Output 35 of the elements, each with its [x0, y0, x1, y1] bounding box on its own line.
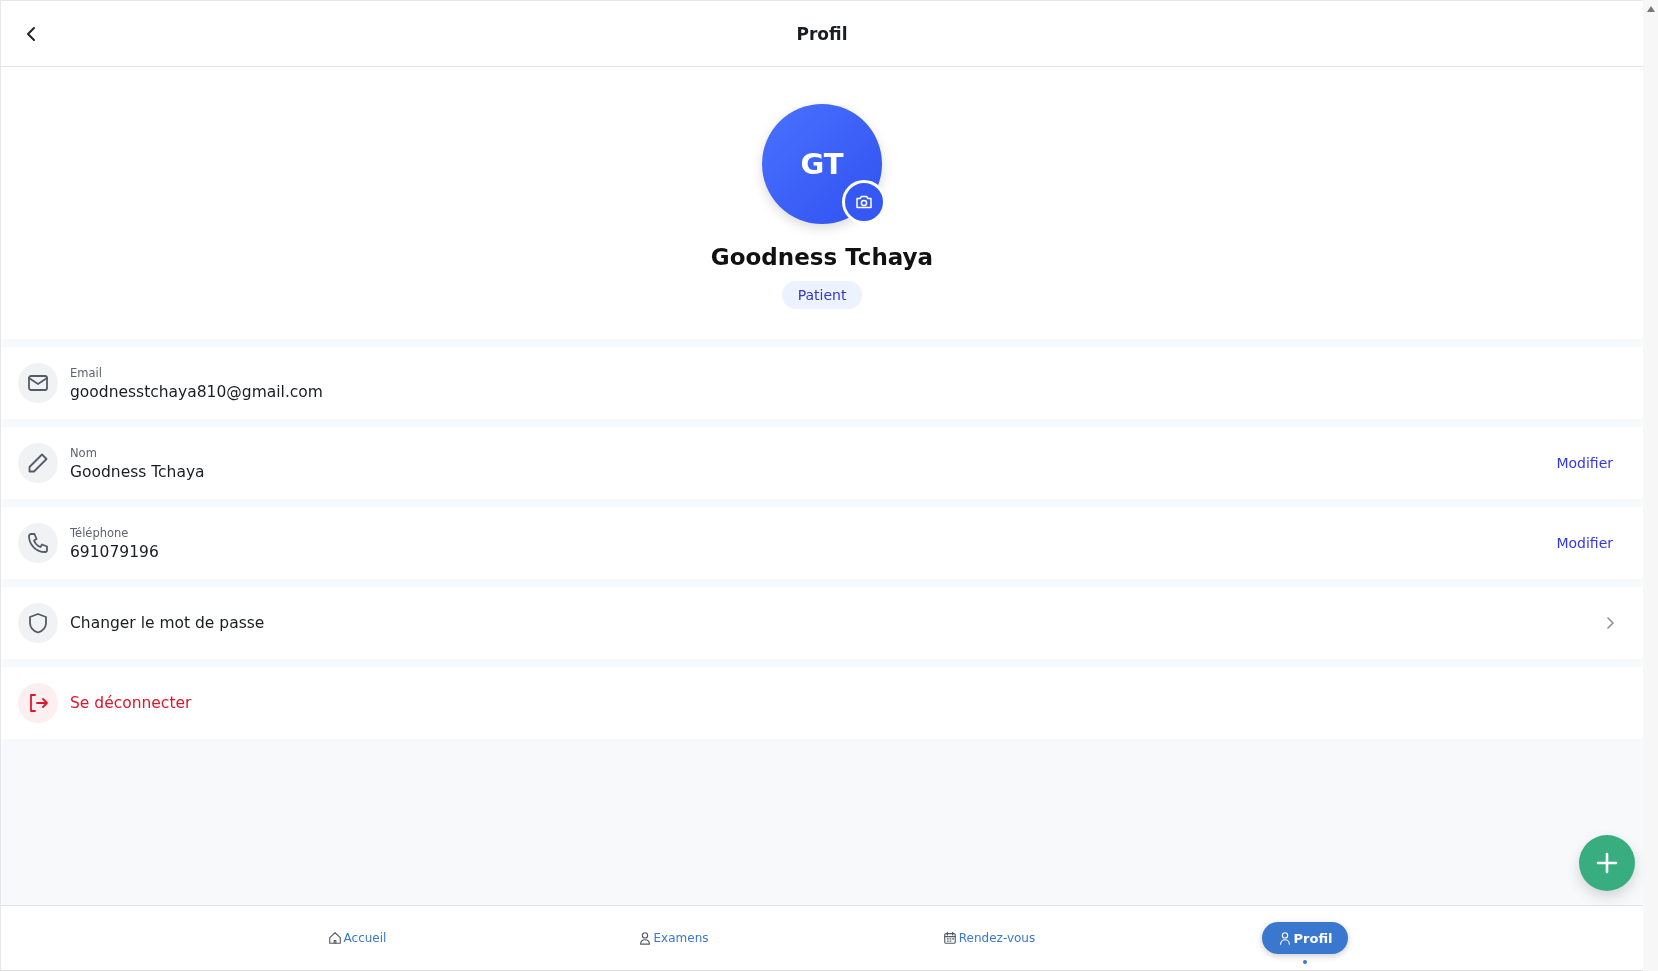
field-value: goodnesstchaya810@gmail.com	[70, 382, 324, 401]
add-button[interactable]	[1579, 835, 1635, 891]
page-title: Profil	[796, 23, 848, 44]
list-row[interactable]: Changer le mot de passe	[1, 587, 1643, 659]
field-label: Téléphone	[70, 525, 130, 540]
active-indicator	[1303, 960, 1307, 964]
list-row[interactable]: Se déconnecter	[1, 667, 1643, 739]
scroll-up-icon[interactable]	[1646, 6, 1655, 12]
scrollbar[interactable]	[1643, 0, 1658, 971]
modify-link[interactable]: Modifier	[1556, 535, 1613, 551]
field-label: Email	[70, 365, 103, 380]
field-label: Nom	[70, 445, 98, 460]
row-label: Se déconnecter	[70, 694, 193, 712]
pencil-icon	[26, 451, 50, 475]
home-icon	[327, 930, 342, 946]
field-value: 691079196	[70, 542, 160, 561]
nav-tab[interactable]: Profil	[1261, 922, 1349, 954]
user-icon	[1277, 930, 1292, 946]
avatar-initials: GT	[800, 147, 844, 181]
chevron-right-icon	[1605, 616, 1615, 630]
nav-tab[interactable]: Accueil	[311, 922, 403, 954]
modify-link[interactable]: Modifier	[1556, 455, 1613, 471]
field-value: Goodness Tchaya	[70, 462, 206, 481]
nav-tab[interactable]: Examens	[621, 922, 725, 954]
plus-icon	[1596, 852, 1618, 874]
role-badge: Patient	[781, 281, 863, 309]
calendar-icon	[942, 930, 957, 946]
profile-name: Goodness Tchaya	[710, 244, 934, 270]
row-label: Changer le mot de passe	[70, 614, 266, 632]
phone-icon	[26, 531, 50, 555]
camera-button[interactable]	[842, 180, 886, 224]
shield-icon	[26, 611, 50, 635]
nav-tab[interactable]: Rendez-vous	[926, 922, 1052, 954]
camera-icon	[855, 194, 873, 210]
person-icon	[637, 930, 652, 946]
